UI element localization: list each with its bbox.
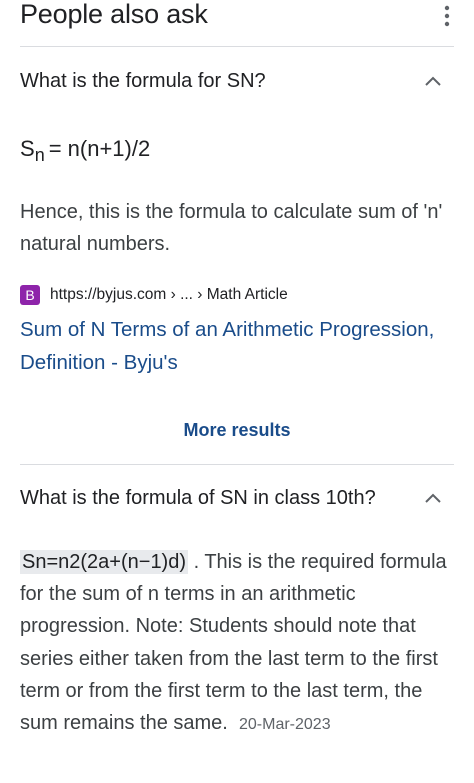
result-title-link[interactable]: Sum of N Terms of an Arithmetic Progress… bbox=[20, 313, 460, 379]
answer-formula: Sn = n(n+1)/2 bbox=[20, 133, 150, 166]
more-options-icon[interactable] bbox=[440, 4, 454, 28]
question-text: What is the formula of SN in class 10th? bbox=[20, 487, 376, 509]
more-results-button[interactable]: More results bbox=[0, 417, 474, 443]
byjus-favicon-icon: B bbox=[20, 285, 40, 305]
divider bbox=[20, 464, 454, 465]
divider bbox=[20, 46, 454, 47]
formula-subscript: n bbox=[34, 145, 45, 165]
question-toggle-2[interactable]: What is the formula of SN in class 10th? bbox=[20, 483, 454, 519]
question-toggle-1[interactable]: What is the formula for SN? bbox=[20, 66, 454, 102]
answer-text: Sn=n2(2a+(n−1)d) . This is the required … bbox=[20, 546, 460, 741]
chevron-up-icon[interactable] bbox=[424, 491, 442, 505]
formula-symbol: S bbox=[20, 136, 35, 161]
answer-body: . This is the required formula for the s… bbox=[20, 551, 447, 735]
panel-title: People also ask bbox=[20, 0, 208, 29]
answer-date: 20-Mar-2023 bbox=[238, 716, 331, 734]
panel-header: People also ask bbox=[20, 0, 454, 44]
highlighted-formula: Sn=n2(2a+(n−1)d) bbox=[20, 550, 189, 574]
svg-text:B: B bbox=[25, 287, 34, 303]
question-text: What is the formula for SN? bbox=[20, 70, 266, 92]
chevron-up-icon[interactable] bbox=[424, 74, 442, 88]
answer-text: Hence, this is the formula to calculate … bbox=[20, 201, 443, 255]
formula-expression: = n(n+1)/2 bbox=[48, 136, 151, 161]
source-url: https://byjus.com › ... › Math Article bbox=[50, 286, 288, 303]
people-also-ask-panel: People also ask What is the formula for … bbox=[0, 0, 474, 783]
